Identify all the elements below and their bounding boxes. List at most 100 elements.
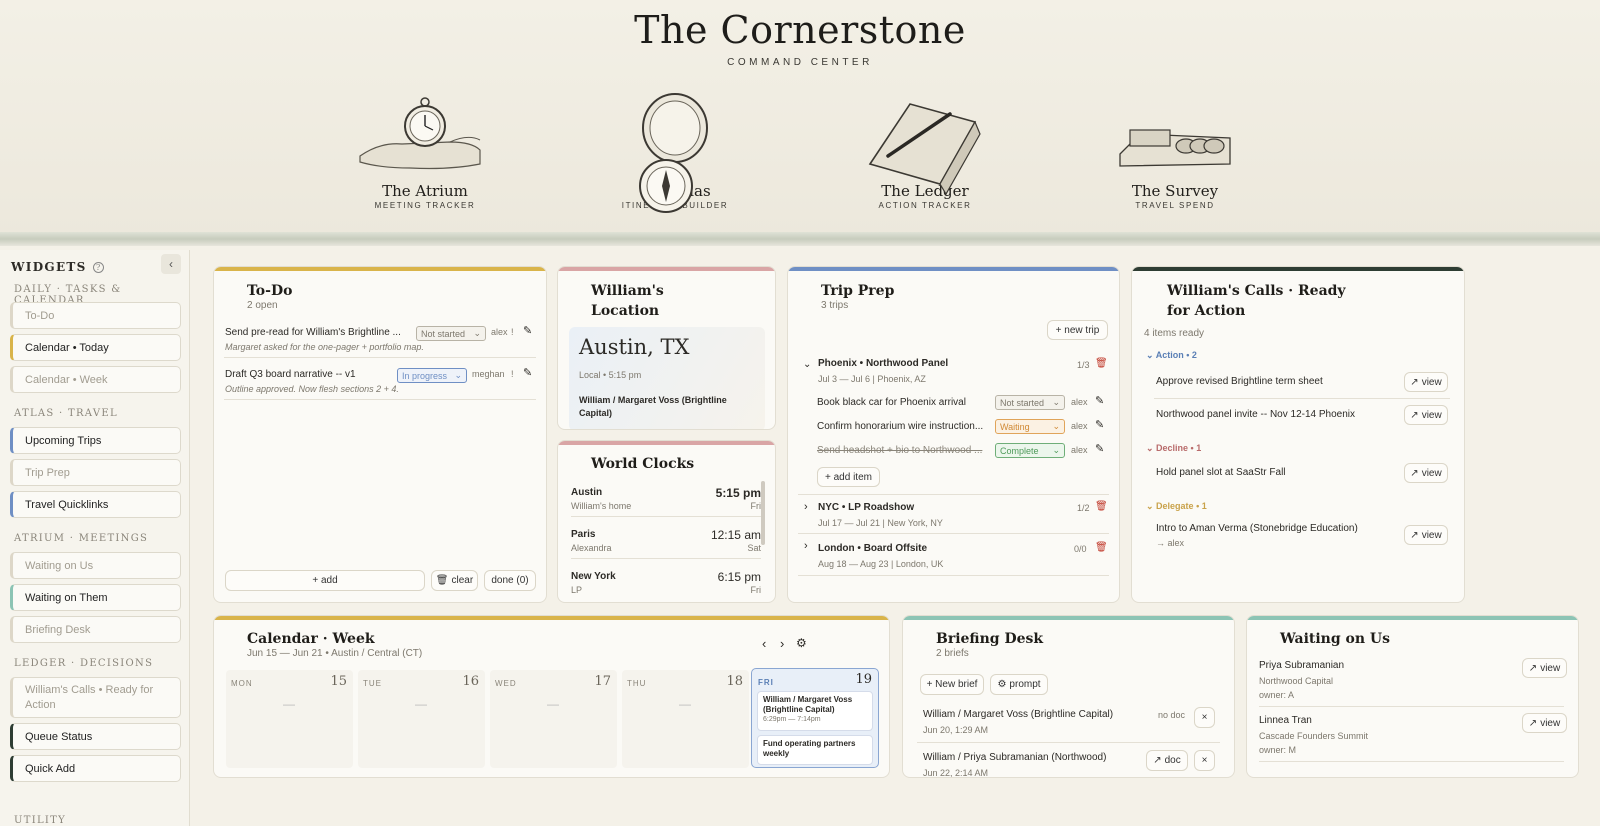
edit-icon[interactable]: ✎ xyxy=(1095,394,1104,407)
day-column[interactable]: TUE 16 — xyxy=(358,670,485,768)
chevron-left-icon[interactable]: ‹ xyxy=(762,636,766,651)
new-trip-button[interactable]: + new trip xyxy=(1047,320,1108,340)
trash-icon: 🗑 xyxy=(435,575,449,586)
calendar-event[interactable]: Fund operating partners weekly xyxy=(757,735,873,765)
todo-item-text[interactable]: Draft Q3 board narrative -- v1 xyxy=(225,369,356,380)
sidebar-item-todo[interactable]: To-Do xyxy=(10,302,181,329)
collapse-sidebar-button[interactable]: ‹ xyxy=(161,254,181,274)
sidebar-section-utility: UTILITY xyxy=(14,815,67,826)
scrollbar[interactable] xyxy=(761,481,765,545)
chevron-right-icon[interactable]: › xyxy=(804,540,808,552)
edit-icon[interactable]: ✎ xyxy=(523,324,532,337)
new-brief-button[interactable]: + New brief xyxy=(920,674,984,695)
header: The Cornerstone COMMAND CENTER The Atriu… xyxy=(0,0,1600,244)
group-decline[interactable]: ⌄ Decline • 1 xyxy=(1146,443,1201,454)
done-button[interactable]: done (0) xyxy=(484,570,536,591)
brief-title[interactable]: William / Priya Subramanian (Northwood) xyxy=(923,752,1106,763)
trip-task[interactable]: Book black car for Phoenix arrival xyxy=(817,397,966,408)
trip-name[interactable]: London • Board Offsite xyxy=(818,543,927,554)
trip-name[interactable]: Phoenix • Northwood Panel xyxy=(818,358,948,369)
waiting-org: Northwood Capital xyxy=(1259,676,1334,686)
clock-day: Fri xyxy=(750,501,762,511)
day-column-today[interactable]: FRI 19 William / Margaret Voss (Brightli… xyxy=(751,668,879,768)
group-action[interactable]: ⌄ Action • 2 xyxy=(1146,350,1197,361)
view-button[interactable]: ↗ view xyxy=(1522,658,1567,678)
calls-count: 4 items ready xyxy=(1144,328,1205,339)
chevron-down-icon[interactable]: ⌄ xyxy=(803,359,811,370)
clock-list[interactable]: Austin William's home 5:15 pm Fri Paris … xyxy=(571,481,761,593)
briefing-title: Briefing Desk xyxy=(936,631,1044,647)
edit-icon[interactable]: ✎ xyxy=(1095,418,1104,431)
status-select[interactable]: Not started ⌄ xyxy=(416,326,486,341)
trash-icon[interactable]: 🗑 xyxy=(1095,358,1108,369)
view-button[interactable]: ↗ view xyxy=(1404,525,1448,545)
view-button[interactable]: ↗ view xyxy=(1404,405,1448,425)
briefing-count: 2 briefs xyxy=(936,648,969,659)
gear-icon[interactable]: ⚙ xyxy=(796,636,807,650)
clock-city: New York xyxy=(571,571,616,582)
close-icon[interactable]: × xyxy=(1194,750,1215,771)
day-column[interactable]: MON 15 — xyxy=(226,670,353,768)
trash-icon[interactable]: 🗑 xyxy=(1095,542,1108,553)
trip-task[interactable]: Confirm honorarium wire instruction... xyxy=(817,421,987,432)
status-select[interactable]: Complete ⌄ xyxy=(995,443,1065,458)
trash-icon[interactable]: 🗑 xyxy=(1095,501,1108,512)
trip-meta: Jul 3 — Jul 6 | Phoenix, AZ xyxy=(818,374,926,384)
card-accent xyxy=(214,616,889,620)
sidebar-item-briefing-desk[interactable]: Briefing Desk xyxy=(10,616,181,643)
call-item[interactable]: Northwood panel invite -- Nov 12-14 Phoe… xyxy=(1156,409,1355,420)
compass-icon xyxy=(590,93,760,213)
view-button[interactable]: ↗ view xyxy=(1522,713,1567,733)
edit-icon[interactable]: ✎ xyxy=(523,366,532,379)
brief-title[interactable]: William / Margaret Voss (Brightline Capi… xyxy=(923,709,1113,720)
todo-item-text[interactable]: Send pre-read for William's Brightline .… xyxy=(225,327,405,338)
view-button[interactable]: ↗ view xyxy=(1404,463,1448,483)
day-column[interactable]: THU 18 — xyxy=(622,670,749,768)
status-select[interactable]: Waiting ⌄ xyxy=(995,419,1065,434)
trip-progress: 1/2 xyxy=(1077,503,1090,513)
city-name: Austin, TX xyxy=(579,335,690,359)
sidebar-item-waiting-on-us[interactable]: Waiting on Us xyxy=(10,552,181,579)
waiting-owner: owner: M xyxy=(1259,745,1297,755)
sidebar-item-queue-status[interactable]: Queue Status xyxy=(10,723,181,750)
sidebar-item-quick-add[interactable]: Quick Add xyxy=(10,755,181,782)
add-item-button[interactable]: + add item xyxy=(817,467,880,487)
card-accent xyxy=(558,441,775,445)
add-todo-button[interactable]: + add xyxy=(225,570,425,591)
nav-survey[interactable]: The Survey TRAVEL SPEND xyxy=(1090,94,1260,210)
chevron-right-icon[interactable]: › xyxy=(780,636,784,651)
help-icon[interactable]: ? xyxy=(92,261,104,273)
clear-button[interactable]: 🗑 clear xyxy=(431,570,478,591)
waiting-owner: owner: A xyxy=(1259,690,1295,700)
edit-icon[interactable]: ✎ xyxy=(1095,442,1104,455)
external-link-icon: ↗ xyxy=(1410,529,1419,541)
status-select[interactable]: Not started ⌄ xyxy=(995,395,1065,410)
trip-task[interactable]: Send headshot + bio to Northwood ... xyxy=(817,445,987,456)
nav-atrium[interactable]: The Atrium MEETING TRACKER xyxy=(340,94,510,210)
trip-name[interactable]: NYC • LP Roadshow xyxy=(818,502,914,513)
sidebar-item-trip-prep[interactable]: Trip Prep xyxy=(10,459,181,486)
sidebar-item-upcoming-trips[interactable]: Upcoming Trips xyxy=(10,427,181,454)
prompt-button[interactable]: ⚙ prompt xyxy=(990,674,1048,695)
sidebar-item-calendar-today[interactable]: Calendar • Today xyxy=(10,334,181,361)
sidebar-item-travel-quicklinks[interactable]: Travel Quicklinks xyxy=(10,491,181,518)
sidebar-item-calendar-week[interactable]: Calendar • Week xyxy=(10,366,181,393)
nav-atlas[interactable]: The Atlas ITINERARY BUILDER xyxy=(590,93,760,213)
status-select[interactable]: In progress ⌄ xyxy=(397,368,467,383)
view-button[interactable]: ↗ view xyxy=(1404,372,1448,392)
calendar-week-card: Calendar · Week Jun 15 — Jun 21 • Austin… xyxy=(213,615,890,778)
calendar-event[interactable]: William / Margaret Voss (Brightline Capi… xyxy=(757,691,873,731)
sidebar-item-williams-calls[interactable]: William's Calls • Ready for Action xyxy=(10,677,181,718)
doc-button[interactable]: ↗ doc xyxy=(1146,750,1188,771)
call-item[interactable]: Intro to Aman Verma (Stonebridge Educati… xyxy=(1156,523,1358,534)
waiting-name[interactable]: Priya Subramanian xyxy=(1259,660,1344,671)
group-delegate[interactable]: ⌄ Delegate • 1 xyxy=(1146,501,1207,512)
call-item[interactable]: Approve revised Brightline term sheet xyxy=(1156,376,1323,387)
call-item[interactable]: Hold panel slot at SaaStr Fall xyxy=(1156,467,1286,478)
day-column[interactable]: WED 17 — xyxy=(490,670,617,768)
chevron-right-icon[interactable]: › xyxy=(804,501,808,513)
nav-ledger[interactable]: The Ledger ACTION TRACKER xyxy=(840,94,1010,210)
close-icon[interactable]: × xyxy=(1194,707,1215,728)
waiting-name[interactable]: Linnea Tran xyxy=(1259,715,1312,726)
sidebar-item-waiting-on-them[interactable]: Waiting on Them xyxy=(10,584,181,611)
